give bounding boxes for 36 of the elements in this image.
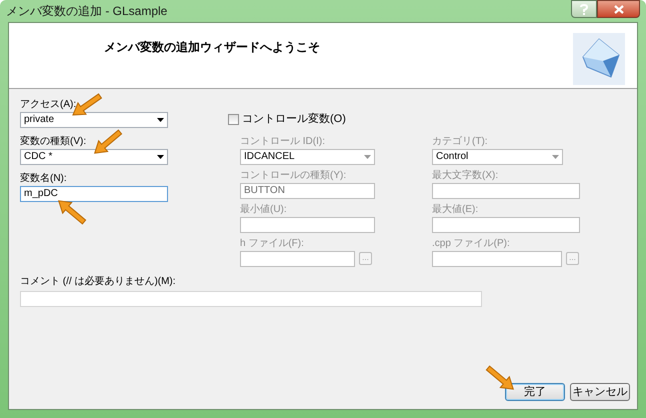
input-field[interactable]	[432, 250, 562, 266]
dropdown[interactable]: CDC *	[20, 149, 168, 165]
field-label: コントロールの種類(Y):	[240, 168, 346, 182]
dialog-button[interactable]: 完了	[505, 383, 565, 401]
input-field[interactable]: m_pDC	[20, 186, 168, 202]
field-label: 最大値(E):	[432, 202, 478, 216]
input-field[interactable]	[240, 250, 355, 266]
comment-field[interactable]	[20, 290, 482, 306]
field-label: アクセス(A):	[20, 98, 76, 112]
field-label: コントロール ID(I):	[240, 134, 325, 148]
dropdown[interactable]: private	[20, 112, 168, 128]
dropdown-arrow-icon	[157, 118, 164, 122]
input-field[interactable]	[240, 216, 375, 232]
dropdown-arrow-icon	[157, 155, 164, 159]
control-variable-checkbox[interactable]	[228, 114, 239, 125]
field-label: 変数の種類(V):	[20, 134, 86, 149]
help-icon	[580, 4, 588, 14]
window-title: メンバ変数の追加 - GLsample	[6, 3, 168, 20]
field-label: 最大文字数(X):	[432, 168, 498, 182]
field-label: h ファイル(F):	[240, 236, 304, 250]
field-label: .cpp ファイル(P):	[432, 236, 510, 250]
comment-label: コメント (// は必要ありません)(M):	[20, 274, 177, 288]
checkbox-label: コントロール変数(O)	[242, 112, 346, 127]
close-button[interactable]	[597, 0, 640, 18]
dialog-button[interactable]: キャンセル	[570, 383, 630, 401]
input-field[interactable]	[432, 182, 580, 198]
field-label: カテゴリ(T):	[432, 134, 488, 148]
input-field[interactable]	[432, 216, 580, 232]
dropdown-arrow-icon	[552, 154, 559, 158]
help-button[interactable]	[571, 0, 597, 18]
field-label: 変数名(N):	[20, 172, 67, 186]
dropdown-arrow-icon	[364, 154, 371, 158]
field-label: 最小値(U):	[240, 202, 287, 216]
wizard-title: メンバ変数の追加ウィザードへようこそ	[104, 39, 320, 56]
cube-icon	[573, 33, 625, 85]
close-icon	[614, 4, 624, 14]
